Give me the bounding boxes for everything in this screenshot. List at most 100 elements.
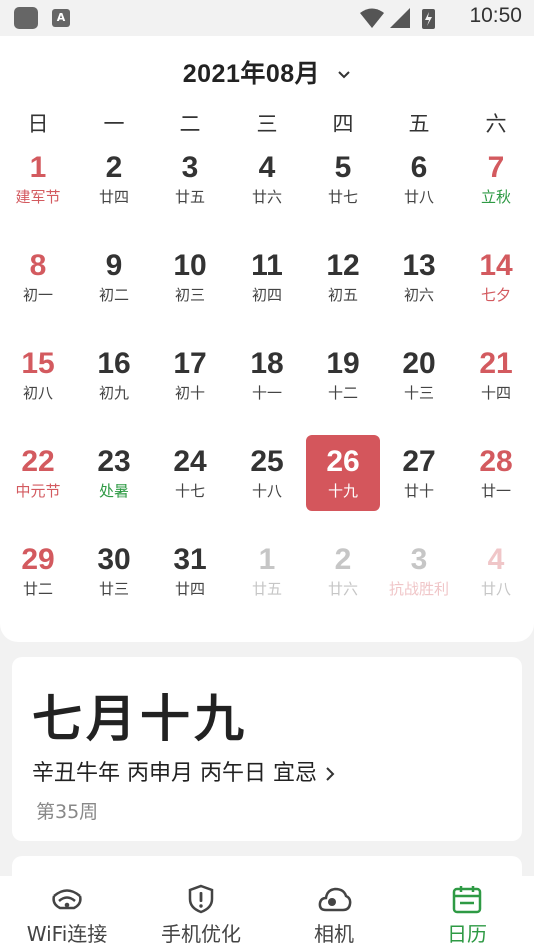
day-number: 31 — [173, 543, 207, 576]
lunar-day-label: 廿十 — [403, 482, 434, 500]
status-icons — [360, 8, 435, 29]
day-number: 1 — [29, 151, 47, 184]
day-cell[interactable]: 8 初一 — [1, 239, 75, 315]
nav-calendar[interactable]: 日历 — [400, 876, 534, 950]
day-cell[interactable]: 25 十八 — [230, 435, 304, 511]
day-cell[interactable]: 22 中元节 — [1, 435, 75, 511]
day-cell[interactable]: 4 廿六 — [230, 141, 304, 217]
weekday-label: 日 — [27, 112, 49, 136]
lunar-day-label: 初六 — [403, 286, 434, 304]
day-cell[interactable]: 28 廿一 — [459, 435, 533, 511]
camera-icon — [318, 887, 352, 912]
weekday-label: 三 — [256, 112, 278, 136]
app-notification-icon — [14, 7, 38, 29]
day-cell[interactable]: 19 十二 — [306, 337, 380, 413]
lunar-day-label: 廿六 — [251, 188, 282, 206]
day-cell[interactable]: 23 处暑 — [77, 435, 151, 511]
day-cell[interactable]: 6 廿八 — [382, 141, 456, 217]
nav-wifi[interactable]: WiFi连接 — [0, 876, 134, 950]
day-cell[interactable]: 5 廿七 — [306, 141, 380, 217]
day-cell[interactable]: 31 廿四 — [153, 533, 227, 609]
day-cell[interactable]: 3 抗战胜利 — [382, 533, 456, 609]
lunar-day-label: 廿八 — [403, 188, 434, 206]
day-cell[interactable]: 4 廿八 — [459, 533, 533, 609]
day-cell[interactable]: 15 初八 — [1, 337, 75, 413]
day-number: 18 — [250, 347, 284, 380]
day-cell[interactable]: 1 廿五 — [230, 533, 304, 609]
weekday-label: 六 — [485, 112, 507, 136]
day-number: 16 — [97, 347, 131, 380]
day-cell[interactable]: 11 初四 — [230, 239, 304, 315]
day-number: 21 — [479, 347, 513, 380]
lunar-day-label: 廿四 — [98, 188, 129, 206]
lunar-info-card[interactable]: 七月十九 辛丑牛年 丙申月 丙午日 宜忌 第35周 — [12, 657, 522, 841]
day-cell-selected[interactable]: 26 十九 — [306, 435, 380, 511]
lunar-day-label: 初十 — [174, 384, 205, 402]
lunar-day-label: 初四 — [251, 286, 282, 304]
day-cell[interactable]: 20 十三 — [382, 337, 456, 413]
day-cell[interactable]: 7 立秋 — [459, 141, 533, 217]
nav-label: 日历 — [447, 922, 487, 946]
day-number: 17 — [173, 347, 207, 380]
day-cell[interactable]: 17 初十 — [153, 337, 227, 413]
weekday-label: 二 — [179, 112, 201, 136]
day-cell[interactable]: 9 初二 — [77, 239, 151, 315]
day-number: 19 — [326, 347, 360, 380]
day-number: 14 — [479, 249, 513, 282]
month-title[interactable]: 2021年08月 — [183, 60, 320, 88]
wifi-signal-icon — [360, 8, 384, 28]
day-cell[interactable]: 18 十一 — [230, 337, 304, 413]
lunar-day-label: 廿四 — [174, 580, 205, 598]
day-number: 28 — [479, 445, 513, 478]
day-number: 3 — [410, 543, 428, 576]
weekday-header: 日 一 二 三 四 五 六 — [0, 108, 534, 138]
day-cell[interactable]: 21 十四 — [459, 337, 533, 413]
day-cell[interactable]: 24 十七 — [153, 435, 227, 511]
day-cell[interactable]: 27 廿十 — [382, 435, 456, 511]
lunar-day-label: 初一 — [22, 286, 53, 304]
day-cell[interactable]: 1 建军节 — [1, 141, 75, 217]
day-number: 25 — [250, 445, 284, 478]
day-number: 22 — [21, 445, 55, 478]
clock: 10:50 — [469, 4, 522, 27]
lunar-day-label: 十一 — [251, 384, 282, 402]
calendar-icon — [452, 886, 482, 914]
day-cell[interactable]: 10 初三 — [153, 239, 227, 315]
lunar-day-label: 抗战胜利 — [388, 580, 449, 598]
lunar-day-label: 十九 — [327, 482, 358, 500]
day-cell[interactable]: 2 廿六 — [306, 533, 380, 609]
day-cell[interactable]: 2 廿四 — [77, 141, 151, 217]
day-number: 26 — [326, 445, 360, 478]
nav-label: 相机 — [314, 922, 354, 946]
day-number: 29 — [21, 543, 55, 576]
day-cell[interactable]: 13 初六 — [382, 239, 456, 315]
lunar-day-label: 十四 — [480, 384, 511, 402]
day-cell[interactable]: 12 初五 — [306, 239, 380, 315]
lunar-day-label: 初二 — [98, 286, 129, 304]
ganzhi-line[interactable]: 辛丑牛年 丙申月 丙午日 宜忌 — [32, 755, 335, 787]
lunar-day-label: 初九 — [98, 384, 129, 402]
day-number: 5 — [334, 151, 352, 184]
lunar-day-label: 初八 — [22, 384, 53, 402]
nav-optimize[interactable]: 手机优化 — [134, 876, 268, 950]
day-number: 15 — [21, 347, 55, 380]
shield-icon — [188, 884, 214, 914]
day-number: 8 — [29, 249, 47, 282]
chevron-right-icon[interactable] — [325, 766, 335, 782]
day-cell[interactable]: 3 廿五 — [153, 141, 227, 217]
day-number: 24 — [173, 445, 207, 478]
day-number: 2 — [334, 543, 352, 576]
lunar-day-label: 十二 — [327, 384, 358, 402]
day-cell[interactable]: 29 廿二 — [1, 533, 75, 609]
nav-camera[interactable]: 相机 — [267, 876, 401, 950]
day-cell[interactable]: 16 初九 — [77, 337, 151, 413]
calendar-card: 2021年08月 日 一 二 三 四 五 六 1 建军节 2 廿四 3 廿五 4 廿六 5 廿七 6… — [0, 36, 534, 642]
lunar-day-label: 七夕 — [480, 286, 511, 304]
lunar-day-label: 廿一 — [480, 482, 511, 500]
day-cell[interactable]: 30 廿三 — [77, 533, 151, 609]
status-bar: A 10:50 — [0, 0, 534, 36]
chevron-down-icon[interactable] — [337, 70, 351, 80]
month-selector[interactable]: 2021年08月 — [0, 54, 534, 90]
day-cell[interactable]: 14 七夕 — [459, 239, 533, 315]
day-number: 20 — [402, 347, 436, 380]
